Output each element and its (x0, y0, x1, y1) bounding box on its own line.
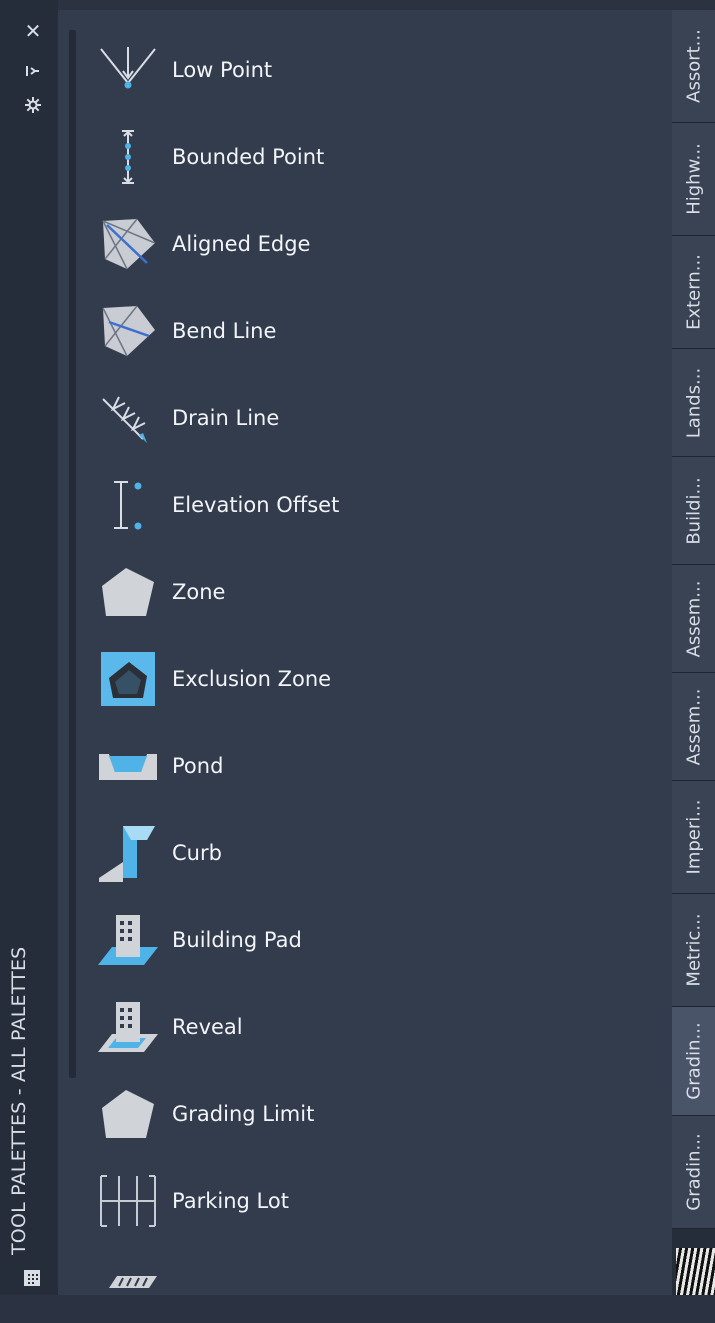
tab-highway[interactable]: Highw... (672, 123, 715, 236)
tab-label: Gradin... (683, 1022, 704, 1100)
tab-external[interactable]: Extern... (672, 236, 715, 349)
tab-assorted[interactable]: Assort... (672, 10, 715, 123)
tool-label: Curb (172, 841, 222, 865)
tool-label: Drain Line (172, 406, 280, 430)
tool-reveal[interactable]: Reveal (94, 992, 654, 1062)
tab-label: Lands... (683, 367, 704, 438)
tool-label: Grading Limit (172, 1102, 315, 1126)
tool-label: Pond (172, 754, 224, 778)
curb-icon (94, 818, 162, 888)
tab-label: Assem... (683, 688, 704, 765)
building-pad-icon (94, 905, 162, 975)
close-icon[interactable]: ✕ (22, 20, 44, 42)
tab-label: Assort... (683, 29, 704, 103)
tool-partial-next[interactable] (94, 1253, 654, 1323)
tool-bend-line[interactable]: Bend Line (94, 296, 654, 366)
tab-assembly-1[interactable]: Assem... (672, 565, 715, 673)
tool-aligned-edge[interactable]: Aligned Edge (94, 209, 654, 279)
tool-building-pad[interactable]: Building Pad (94, 905, 654, 975)
properties-icon[interactable] (22, 94, 44, 116)
tool-label: Reveal (172, 1015, 243, 1039)
low-point-icon (94, 35, 162, 105)
tool-label: Exclusion Zone (172, 667, 332, 691)
tab-label: Assem... (683, 580, 704, 657)
tab-metric[interactable]: Metric... (672, 894, 715, 1007)
tool-curb[interactable]: Curb (94, 818, 654, 888)
elevation-offset-icon (94, 470, 162, 540)
tool-label: Low Point (172, 58, 273, 82)
palette-title: TOOL PALETTES - ALL PALETTES (8, 946, 30, 1255)
reveal-icon (94, 992, 162, 1062)
tool-zone[interactable]: Zone (94, 557, 654, 627)
tab-label: Metric... (683, 913, 704, 987)
tool-drain-line[interactable]: Drain Line (94, 383, 654, 453)
tab-label: Highw... (683, 143, 704, 215)
bounded-point-icon (94, 122, 162, 192)
palette-scrollbar[interactable] (69, 30, 76, 1078)
aligned-edge-icon (94, 209, 162, 279)
tab-label: Imperi... (683, 799, 704, 875)
tab-grading-active[interactable]: Gradin... (672, 1007, 715, 1116)
pond-icon (94, 731, 162, 801)
tool-label: Parking Lot (172, 1189, 289, 1213)
grading-limit-icon (94, 1079, 162, 1149)
tab-label: Gradin... (683, 1133, 704, 1211)
tool-grading-limit[interactable]: Grading Limit (94, 1079, 654, 1149)
tab-grading-2[interactable]: Gradin... (672, 1116, 715, 1229)
drain-line-icon (94, 383, 162, 453)
tool-label: Aligned Edge (172, 232, 311, 256)
tool-label: Bounded Point (172, 145, 325, 169)
sidewalk-icon (94, 1253, 162, 1323)
tool-elevation-offset[interactable]: Elevation Offset (94, 470, 654, 540)
palette-title-bar: ✕ TOOL PALETTES - ALL PALETTES (0, 0, 58, 1295)
tool-parking-lot[interactable]: Parking Lot (94, 1166, 654, 1236)
tab-imperial[interactable]: Imperi... (672, 781, 715, 894)
palette-tab-strip: Assort... Highw... Extern... Lands... Bu… (672, 10, 715, 1295)
tool-label: Zone (172, 580, 226, 604)
tab-assembly-2[interactable]: Assem... (672, 673, 715, 781)
tool-low-point[interactable]: Low Point (94, 35, 654, 105)
parking-lot-icon (94, 1166, 162, 1236)
tool-label: Bend Line (172, 319, 277, 343)
exclusion-zone-icon (94, 644, 162, 714)
tool-pond[interactable]: Pond (94, 731, 654, 801)
tab-building[interactable]: Buildi... (672, 457, 715, 565)
texture-swatch-icon (676, 1248, 715, 1295)
auto-hide-icon[interactable] (22, 60, 44, 82)
tool-bounded-point[interactable]: Bounded Point (94, 122, 654, 192)
tab-label: Buildi... (683, 476, 704, 545)
zone-icon (94, 557, 162, 627)
tab-landscape[interactable]: Lands... (672, 349, 715, 457)
tool-exclusion-zone[interactable]: Exclusion Zone (94, 644, 654, 714)
palette-menu-icon[interactable] (22, 1268, 42, 1288)
tab-label: Extern... (683, 254, 704, 330)
tool-label: Building Pad (172, 928, 302, 952)
bend-line-icon (94, 296, 162, 366)
tool-label: Elevation Offset (172, 493, 340, 517)
